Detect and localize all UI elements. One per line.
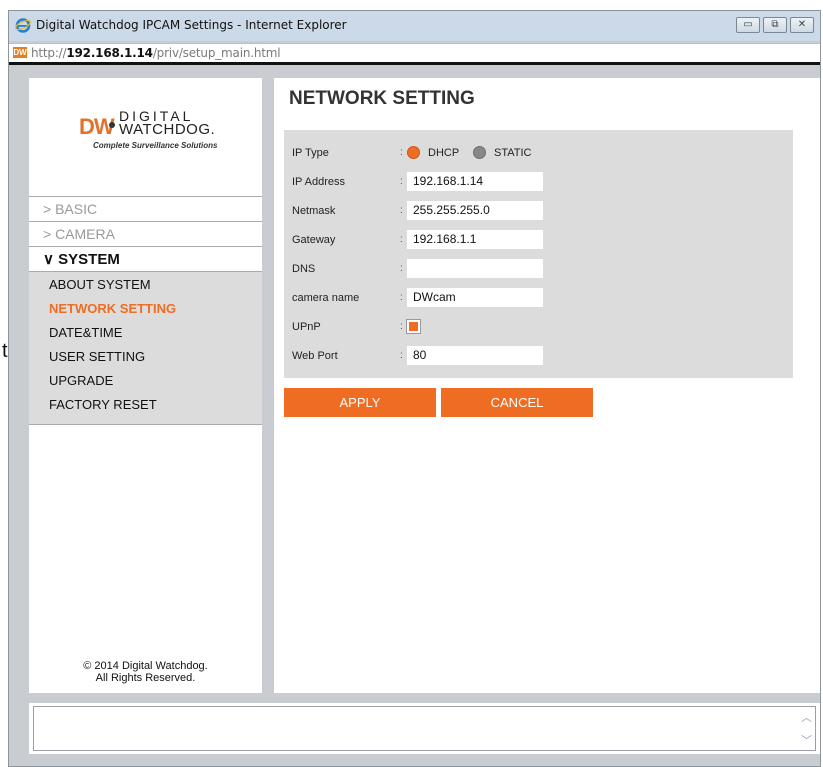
system-submenu: ABOUT SYSTEM NETWORK SETTING DATE&TIME U…	[29, 272, 262, 424]
web-port-row: Web Port : 80	[284, 346, 793, 366]
upnp-label: UPnP	[292, 321, 321, 333]
apply-button[interactable]: APPLY	[284, 388, 436, 417]
submenu-factory-reset[interactable]: FACTORY RESET	[49, 397, 157, 412]
logo-tagline: Complete Surveillance Solutions	[93, 141, 218, 150]
ip-type-label: IP Type	[292, 147, 329, 159]
camera-name-label: camera name	[292, 292, 360, 304]
logo-dot	[109, 122, 115, 128]
close-button[interactable]: ✕	[790, 17, 814, 33]
logo-watchdog-text: WATCHDOG.	[119, 121, 216, 138]
site-favicon-icon: DW	[13, 47, 27, 58]
address-bar[interactable]: DW http://192.168.1.14/priv/setup_main.h…	[9, 43, 820, 65]
camera-name-input[interactable]: DWcam	[407, 288, 543, 307]
url-prefix: http://	[31, 46, 67, 60]
url-text: http://192.168.1.14/priv/setup_main.html	[31, 46, 281, 60]
background-text: t	[2, 340, 8, 362]
submenu-divider	[29, 424, 262, 425]
submenu-about-system[interactable]: ABOUT SYSTEM	[49, 277, 151, 292]
left-nav-panel: DW DIGITAL WATCHDOG. Complete Surveillan…	[29, 78, 262, 693]
message-textarea[interactable]: ︿ ﹀	[33, 706, 816, 751]
netmask-label: Netmask	[292, 205, 336, 217]
camera-name-row: camera name : DWcam	[284, 288, 793, 308]
copyright-line-2: All Rights Reserved.	[95, 672, 196, 684]
submenu-upgrade[interactable]: UPGRADE	[49, 373, 113, 388]
ip-type-row: IP Type : DHCP STATIC	[284, 143, 793, 163]
netmask-row: Netmask : 255.255.255.0	[284, 201, 793, 221]
browser-window: Digital Watchdog IPCAM Settings - Intern…	[8, 10, 821, 767]
restore-button[interactable]: ⧉	[763, 17, 787, 33]
menu-item-system[interactable]: ∨ SYSTEM	[29, 247, 262, 272]
cancel-button[interactable]: CANCEL	[441, 388, 593, 417]
ip-address-input[interactable]: 192.168.1.14	[407, 172, 543, 191]
copyright-notice: © 2014 Digital Watchdog. All Rights Rese…	[29, 660, 262, 684]
copyright-line-1: © 2014 Digital Watchdog.	[83, 660, 208, 672]
colon: :	[400, 234, 403, 245]
main-content-panel: NETWORK SETTING IP Type : DHCP STATIC IP…	[274, 78, 820, 693]
dns-row: DNS :	[284, 259, 793, 279]
netmask-input[interactable]: 255.255.255.0	[407, 201, 543, 220]
dns-input[interactable]	[407, 259, 543, 278]
ie-icon	[15, 18, 31, 33]
bottom-panel: ︿ ﹀	[29, 703, 820, 754]
submenu-network-setting[interactable]: NETWORK SETTING	[49, 301, 176, 316]
static-radio[interactable]	[473, 146, 486, 159]
submenu-date-time[interactable]: DATE&TIME	[49, 325, 122, 340]
colon: :	[400, 292, 403, 303]
dns-label: DNS	[292, 263, 316, 275]
web-port-label: Web Port	[292, 350, 338, 362]
gateway-input[interactable]: 192.168.1.1	[407, 230, 543, 249]
url-path: /priv/setup_main.html	[152, 46, 281, 60]
title-bar: Digital Watchdog IPCAM Settings - Intern…	[9, 11, 820, 41]
network-settings-form: IP Type : DHCP STATIC IP Address : 192.1…	[284, 130, 793, 378]
colon: :	[400, 350, 403, 361]
static-label: STATIC	[494, 147, 532, 159]
gateway-label: Gateway	[292, 234, 336, 246]
colon: :	[400, 205, 403, 216]
page-title: NETWORK SETTING	[289, 88, 475, 109]
upnp-row: UPnP :	[284, 317, 793, 337]
upnp-checkbox[interactable]	[406, 319, 421, 334]
colon: :	[400, 263, 403, 274]
url-host: 192.168.1.14	[66, 46, 153, 60]
scroll-up-icon[interactable]: ︿	[801, 709, 812, 725]
menu-item-basic[interactable]: > BASIC	[29, 197, 262, 222]
dhcp-label: DHCP	[428, 147, 460, 159]
colon: :	[400, 321, 403, 332]
dhcp-radio[interactable]	[407, 146, 420, 159]
scroll-down-icon[interactable]: ﹀	[801, 732, 812, 748]
gateway-row: Gateway : 192.168.1.1	[284, 230, 793, 250]
submenu-user-setting[interactable]: USER SETTING	[49, 349, 145, 364]
digital-watchdog-logo: DW DIGITAL WATCHDOG. Complete Surveillan…	[79, 108, 229, 153]
colon: :	[400, 176, 403, 187]
menu-item-camera[interactable]: > CAMERA	[29, 222, 262, 247]
minimize-icon: ▭	[743, 19, 753, 30]
web-port-input[interactable]: 80	[407, 346, 543, 365]
ip-address-row: IP Address : 192.168.1.14	[284, 172, 793, 192]
restore-icon: ⧉	[771, 19, 779, 30]
window-controls: ▭ ⧉ ✕	[736, 17, 814, 33]
minimize-button[interactable]: ▭	[736, 17, 760, 33]
close-icon: ✕	[797, 19, 807, 30]
colon: :	[400, 147, 403, 158]
logo-dw-mark: DW	[79, 114, 115, 139]
ip-address-label: IP Address	[292, 176, 345, 188]
window-title: Digital Watchdog IPCAM Settings - Intern…	[36, 18, 347, 32]
